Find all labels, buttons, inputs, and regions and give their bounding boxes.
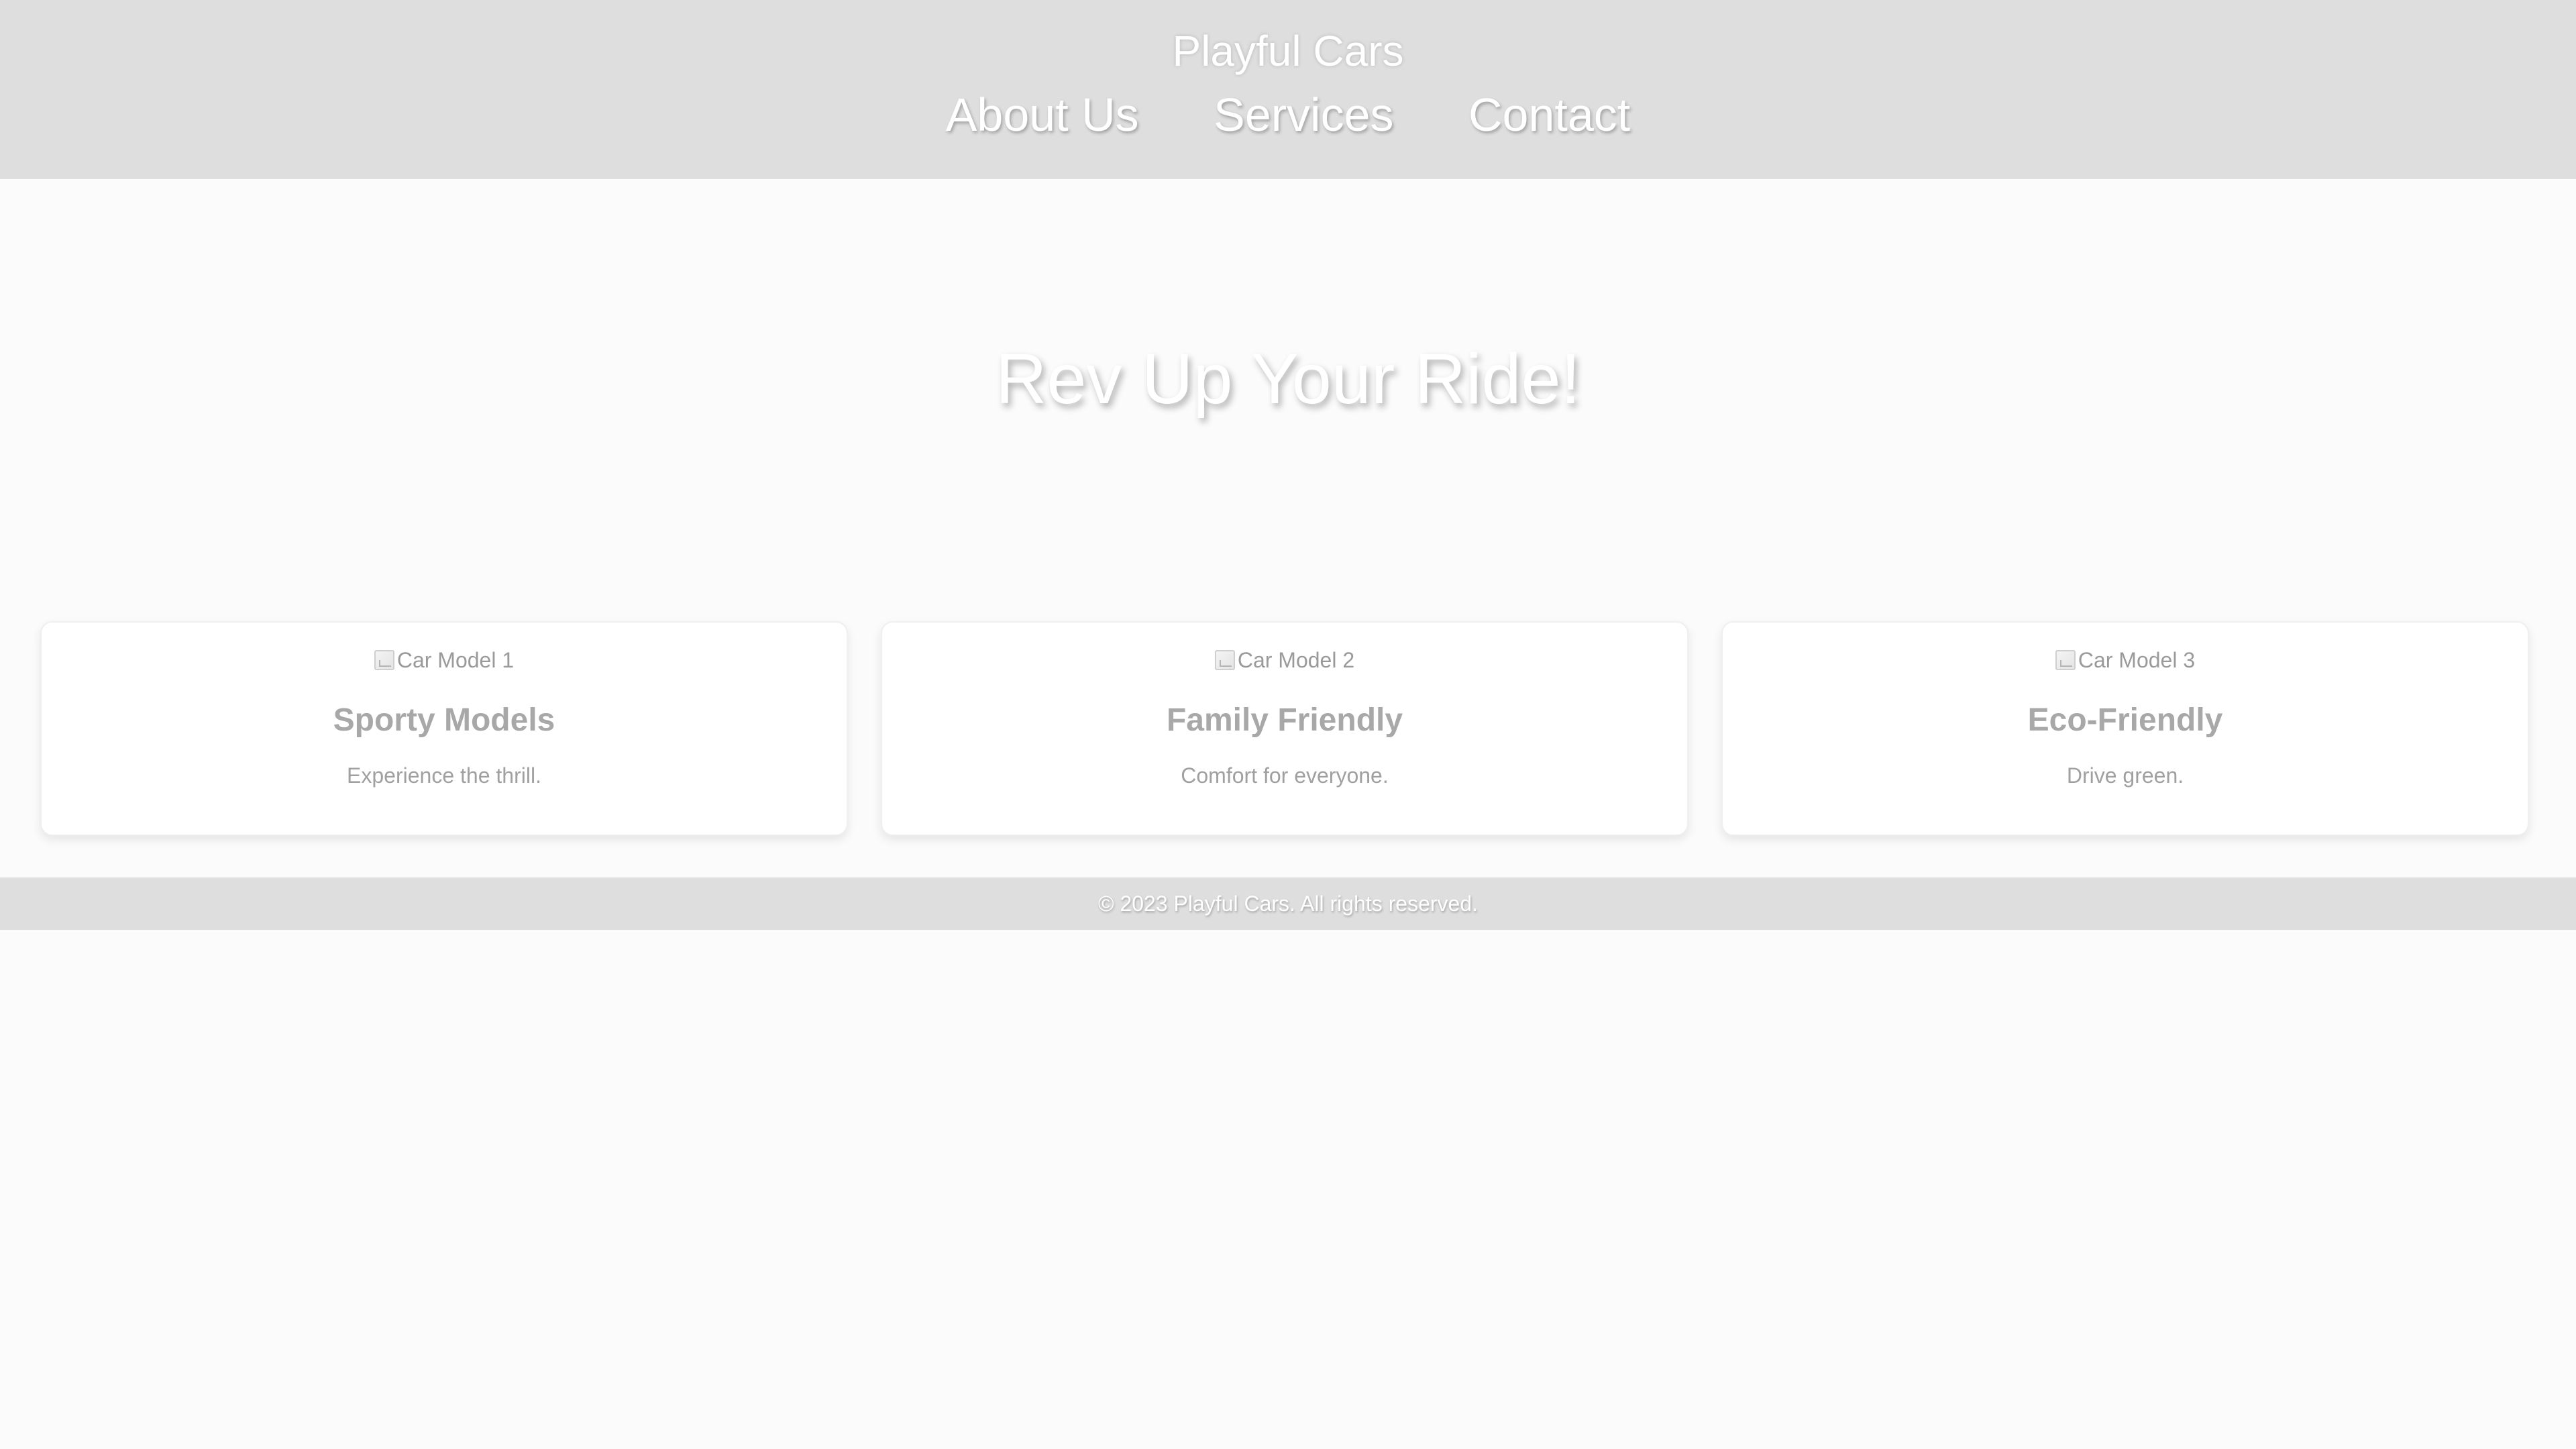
nav-link-contact[interactable]: Contact	[1468, 85, 1630, 145]
car-image-alt: Car Model 2	[1237, 648, 1355, 672]
broken-image-icon	[1214, 650, 1235, 670]
car-image: Car Model 2	[882, 647, 1687, 674]
card-eco-friendly: Car Model 3 Eco-Friendly Drive green.	[1721, 621, 2529, 836]
broken-image-icon	[2055, 650, 2076, 670]
card-description: Comfort for everyone.	[1181, 763, 1389, 788]
broken-image-icon	[374, 650, 394, 670]
site-footer: © 2023 Playful Cars. All rights reserved…	[0, 877, 2576, 930]
card-title: Family Friendly	[1166, 702, 1403, 738]
nav-link-about-us[interactable]: About Us	[946, 85, 1139, 145]
car-image-alt: Car Model 3	[2078, 648, 2196, 672]
site-title: Playful Cars	[1172, 27, 1404, 75]
nav-link-services[interactable]: Services	[1214, 85, 1393, 145]
copyright-text: © 2023 Playful Cars. All rights reserved…	[1097, 892, 1479, 916]
card-sporty-models: Car Model 1 Sporty Models Experience the…	[40, 621, 848, 836]
car-image-alt: Car Model 1	[396, 648, 515, 672]
card-title: Sporty Models	[333, 702, 555, 738]
card-family-friendly: Car Model 2 Family Friendly Comfort for …	[881, 621, 1688, 836]
card-description: Experience the thrill.	[347, 763, 541, 788]
card-title: Eco-Friendly	[2027, 702, 2223, 738]
hero-title: Rev Up Your Ride!	[995, 339, 1581, 419]
site-header: Playful Cars About Us Services Contact	[0, 0, 2576, 179]
car-image: Car Model 1	[42, 647, 847, 674]
card-description: Drive green.	[2066, 763, 2184, 788]
car-image: Car Model 3	[1723, 647, 2528, 674]
main-nav: About Us Services Contact	[0, 85, 2576, 145]
